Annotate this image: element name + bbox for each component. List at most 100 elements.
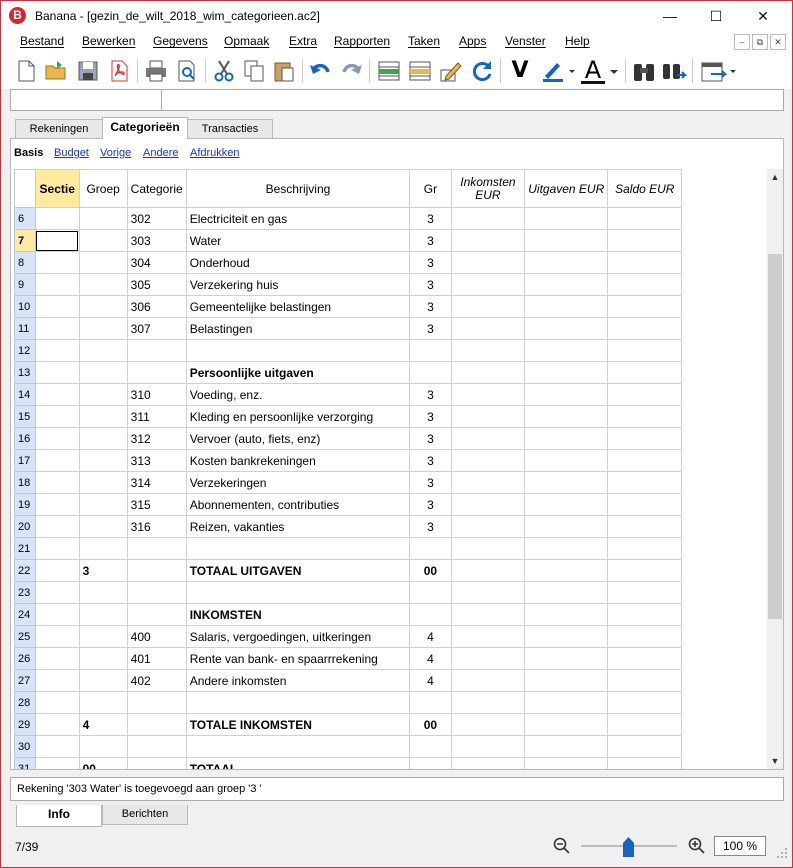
- row-number[interactable]: 19: [14, 493, 36, 516]
- cell-categorie[interactable]: 400: [126, 625, 187, 648]
- cell-inkomsten[interactable]: [450, 625, 526, 648]
- tab-rekeningen[interactable]: Rekeningen: [15, 119, 103, 139]
- row-number[interactable]: 8: [14, 251, 36, 274]
- cell-sectie[interactable]: [34, 273, 80, 296]
- cell-beschrijving[interactable]: Reizen, vakanties: [185, 515, 411, 538]
- cell-groep[interactable]: [78, 229, 128, 252]
- menu-gegevens[interactable]: Gegevens: [153, 34, 208, 48]
- minimize-button[interactable]: —: [647, 1, 693, 31]
- cell-inkomsten[interactable]: [450, 537, 526, 560]
- cell-saldo[interactable]: [607, 537, 683, 560]
- cell-inkomsten[interactable]: [450, 581, 526, 604]
- cell-inkomsten[interactable]: [450, 713, 526, 736]
- cell-uitgaven[interactable]: [524, 625, 609, 648]
- paste-icon[interactable]: [271, 58, 297, 84]
- table-row[interactable]: 23: [14, 581, 766, 604]
- menu-venster[interactable]: Venster: [505, 34, 546, 48]
- table-row[interactable]: 17 313 Kosten bankrekeningen 3: [14, 449, 766, 472]
- cell-beschrijving[interactable]: Andere inkomsten: [185, 669, 411, 692]
- menu-bestand[interactable]: Bestand: [20, 34, 64, 48]
- undo-icon[interactable]: [308, 58, 334, 84]
- cell-inkomsten[interactable]: [450, 493, 526, 516]
- cell-gr[interactable]: 00: [409, 713, 452, 736]
- cell-saldo[interactable]: [607, 383, 683, 406]
- subview-vorige[interactable]: Vorige: [100, 147, 131, 159]
- subview-basis[interactable]: Basis: [14, 147, 43, 159]
- cell-groep[interactable]: [78, 383, 128, 406]
- zoom-level[interactable]: 100 %: [714, 836, 766, 856]
- cell-saldo[interactable]: [607, 625, 683, 648]
- mdi-restore-button[interactable]: ⧉: [752, 34, 768, 50]
- cell-sectie[interactable]: [34, 405, 80, 428]
- table-row[interactable]: 14 310 Voeding, enz. 3: [14, 383, 766, 406]
- cell-categorie[interactable]: 303: [126, 229, 187, 252]
- cell-beschrijving[interactable]: [185, 537, 411, 560]
- table-row[interactable]: 25 400 Salaris, vergoedingen, uitkeringen 4: [14, 625, 766, 648]
- cell-uitgaven[interactable]: [524, 559, 609, 582]
- cell-sectie[interactable]: [34, 625, 80, 648]
- cell-uitgaven[interactable]: [524, 581, 609, 604]
- cell-gr[interactable]: 3: [409, 229, 452, 252]
- table-row[interactable]: 22 3 TOTAAL UITGAVEN 00: [14, 559, 766, 582]
- cell-inkomsten[interactable]: [450, 339, 526, 362]
- cell-groep[interactable]: 4: [78, 713, 128, 736]
- cell-saldo[interactable]: [607, 515, 683, 538]
- cell-categorie[interactable]: [126, 537, 187, 560]
- cell-categorie[interactable]: 312: [126, 427, 187, 450]
- cell-inkomsten[interactable]: [450, 273, 526, 296]
- cell-saldo[interactable]: [607, 295, 683, 318]
- menu-extra[interactable]: Extra: [289, 34, 317, 48]
- header-categorie[interactable]: Categorie: [126, 169, 187, 208]
- cell-categorie[interactable]: 314: [126, 471, 187, 494]
- menu-taken[interactable]: Taken: [408, 34, 440, 48]
- cell-groep[interactable]: [78, 295, 128, 318]
- cell-sectie[interactable]: [34, 559, 80, 582]
- cell-categorie[interactable]: [126, 603, 187, 626]
- cell-categorie[interactable]: [126, 735, 187, 758]
- cell-uitgaven[interactable]: [524, 339, 609, 362]
- cell-inkomsten[interactable]: [450, 691, 526, 714]
- table-row[interactable]: 20 316 Reizen, vakanties 3: [14, 515, 766, 538]
- cell-inkomsten[interactable]: [450, 603, 526, 626]
- window-export-icon[interactable]: [699, 58, 739, 84]
- table-row[interactable]: 13 Persoonlijke uitgaven: [14, 361, 766, 384]
- row-number[interactable]: 28: [14, 691, 36, 714]
- cell-inkomsten[interactable]: [450, 295, 526, 318]
- cut-icon[interactable]: [211, 58, 237, 84]
- table-row[interactable]: 27 402 Andere inkomsten 4: [14, 669, 766, 692]
- menu-help[interactable]: Help: [565, 34, 590, 48]
- row-number[interactable]: 16: [14, 427, 36, 450]
- redo-icon[interactable]: [338, 58, 364, 84]
- row-number[interactable]: 27: [14, 669, 36, 692]
- cell-sectie[interactable]: [34, 471, 80, 494]
- open-folder-icon[interactable]: [43, 58, 69, 84]
- cell-uitgaven[interactable]: [524, 669, 609, 692]
- cell-inkomsten[interactable]: [450, 515, 526, 538]
- scroll-up-icon[interactable]: ▲: [767, 169, 783, 185]
- cell-groep[interactable]: [78, 625, 128, 648]
- cell-groep[interactable]: [78, 515, 128, 538]
- cell-sectie[interactable]: [34, 735, 80, 758]
- cell-categorie[interactable]: 313: [126, 449, 187, 472]
- header-sectie[interactable]: Sectie: [34, 169, 80, 208]
- tab-transacties[interactable]: Transacties: [187, 119, 273, 139]
- cell-sectie[interactable]: [34, 339, 80, 362]
- cell-saldo[interactable]: [607, 493, 683, 516]
- cell-beschrijving[interactable]: Salaris, vergoedingen, uitkeringen: [185, 625, 411, 648]
- table-row[interactable]: 7 303 Water 3: [14, 229, 766, 252]
- print-icon[interactable]: [143, 58, 169, 84]
- cell-gr[interactable]: 3: [409, 273, 452, 296]
- cell-inkomsten[interactable]: [450, 383, 526, 406]
- cell-beschrijving[interactable]: Water: [185, 229, 411, 252]
- header-beschrijving[interactable]: Beschrijving: [185, 169, 411, 208]
- highlighter-icon[interactable]: [540, 58, 576, 84]
- row-number[interactable]: 14: [14, 383, 36, 406]
- cell-categorie[interactable]: 302: [126, 207, 187, 230]
- cell-groep[interactable]: [78, 405, 128, 428]
- cell-saldo[interactable]: [607, 251, 683, 274]
- header-inkomsten[interactable]: Inkomsten EUR: [450, 169, 526, 208]
- table-row[interactable]: 24 INKOMSTEN: [14, 603, 766, 626]
- menu-rapporten[interactable]: Rapporten: [334, 34, 390, 48]
- cell-inkomsten[interactable]: [450, 559, 526, 582]
- cell-saldo[interactable]: [607, 647, 683, 670]
